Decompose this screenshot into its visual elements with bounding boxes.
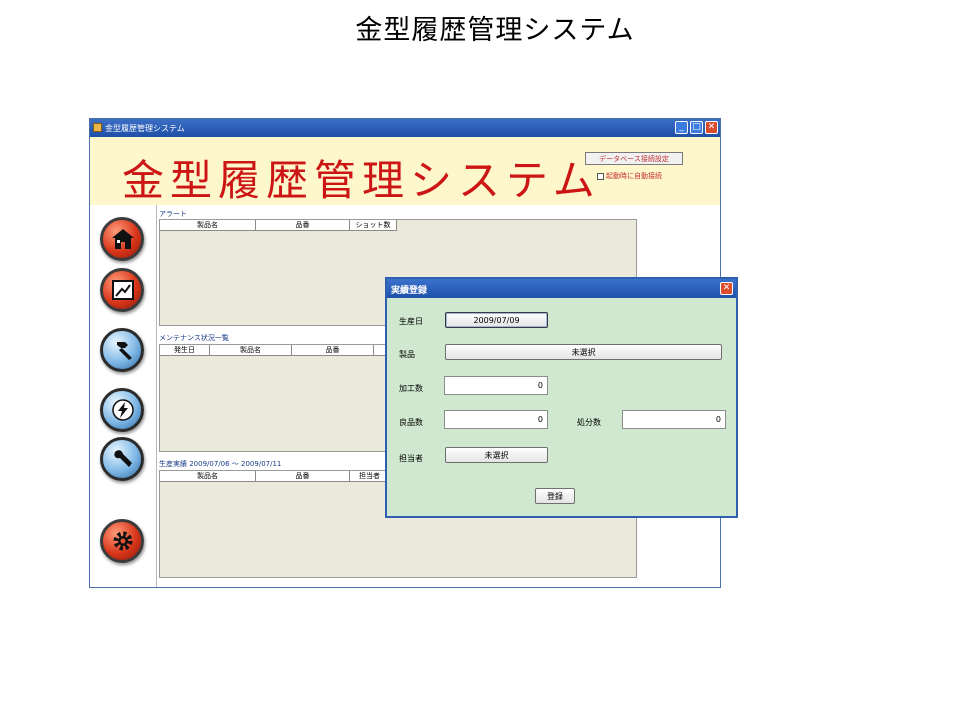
banner: 金型履歴管理システム データベース接続設定 起動時に自動接続	[90, 137, 720, 206]
product-label: 製品	[399, 350, 415, 359]
hammer-icon	[117, 342, 132, 360]
minimize-button[interactable]: _	[675, 121, 688, 134]
auto-connect-option[interactable]: 起動時に自動接続	[597, 171, 662, 181]
settings-button[interactable]	[100, 519, 144, 563]
alert-table-header: 製品名 品番 ショット数	[160, 220, 397, 231]
wrench-icon	[114, 450, 132, 467]
gear-icon	[113, 531, 133, 551]
product-select-button[interactable]: 未選択	[445, 344, 722, 360]
column-header[interactable]: 発生日	[160, 345, 210, 356]
power-button[interactable]	[100, 388, 144, 432]
disposal-label: 処分数	[577, 418, 601, 427]
processed-label: 加工数	[399, 384, 423, 393]
home-icon	[112, 229, 134, 249]
slide-title: 金型履歴管理システム	[355, 15, 635, 46]
close-button[interactable]: ✕	[705, 121, 718, 134]
dialog-titlebar: 実績登録 ✕	[387, 279, 736, 298]
db-settings-button[interactable]: データベース接続設定	[585, 152, 683, 165]
record-dialog: 実績登録 ✕ 生産日 2009/07/09 製品 未選択 加工数 0 良品数 0…	[385, 277, 738, 518]
chart-icon	[112, 280, 134, 300]
good-count-input[interactable]: 0	[444, 410, 548, 429]
auto-connect-label: 起動時に自動接続	[606, 172, 662, 180]
alert-label: アラート	[159, 210, 187, 218]
column-header[interactable]: ショット数	[350, 220, 397, 231]
column-header[interactable]: 製品名	[210, 345, 292, 356]
production-label: 生産実績 2009/07/06 〜 2009/07/11	[159, 460, 282, 468]
person-select-button[interactable]: 未選択	[445, 447, 548, 463]
dialog-close-button[interactable]: ✕	[720, 282, 733, 295]
dialog-title: 実績登録	[391, 286, 428, 296]
wrench-button[interactable]	[100, 437, 144, 481]
column-header[interactable]: 品番	[256, 471, 350, 482]
column-header[interactable]: 担当者	[350, 471, 390, 482]
production-table-header: 製品名 品番 担当者	[160, 471, 390, 482]
column-header[interactable]: 品番	[292, 345, 374, 356]
home-button[interactable]	[100, 217, 144, 261]
maximize-button[interactable]: □	[690, 121, 703, 134]
banner-title: 金型履歴管理システム	[122, 156, 601, 205]
person-label: 担当者	[399, 454, 423, 463]
app-icon	[93, 123, 102, 132]
hammer-button[interactable]	[100, 328, 144, 372]
processed-input[interactable]: 0	[444, 376, 548, 395]
column-header[interactable]: 品番	[256, 220, 350, 231]
auto-connect-checkbox[interactable]	[597, 172, 604, 180]
disposal-input[interactable]: 0	[622, 410, 726, 429]
column-header[interactable]: 製品名	[160, 471, 256, 482]
lightning-icon	[112, 399, 134, 421]
maintenance-table-header: 発生日 製品名 品番	[160, 345, 404, 356]
sidebar	[90, 205, 157, 587]
column-header[interactable]: 製品名	[160, 220, 256, 231]
date-button[interactable]: 2009/07/09	[445, 312, 548, 328]
good-count-label: 良品数	[399, 418, 423, 427]
date-label: 生産日	[399, 317, 423, 326]
window-title: 金型履歴管理システム	[105, 124, 185, 133]
maintenance-label: メンテナンス状況一覧	[159, 334, 229, 342]
chart-button[interactable]	[100, 268, 144, 312]
window-titlebar: 金型履歴管理システム _ □ ✕	[90, 119, 720, 137]
register-button[interactable]: 登録	[535, 488, 575, 504]
